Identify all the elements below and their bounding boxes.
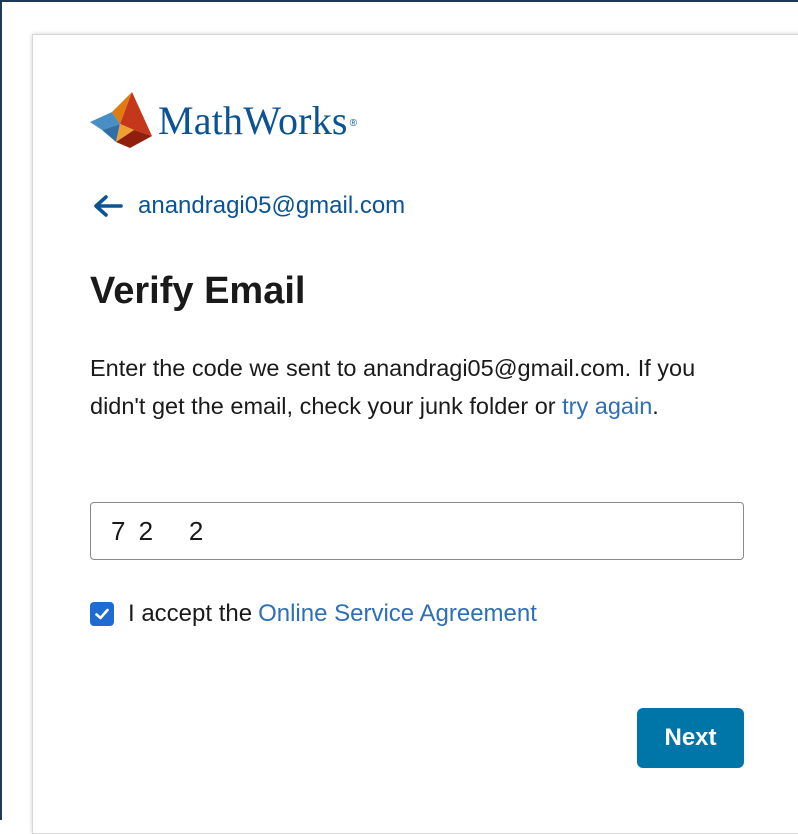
instructions-suffix: . [652,393,659,419]
accept-agreement-checkbox[interactable] [90,602,114,626]
mathworks-logo: MathWorks ® [90,90,357,152]
checkmark-icon [95,608,109,620]
verification-code-input[interactable] [90,502,744,560]
window-frame: MathWorks ® anandragi05@gmail.com Verify… [0,0,798,834]
registered-mark: ® [349,117,358,129]
back-to-email-link[interactable]: anandragi05@gmail.com [92,189,405,223]
online-service-agreement-link[interactable]: Online Service Agreement [258,600,537,628]
arrow-left-icon [94,195,123,217]
instructions-text: Enter the code we sent to anandragi05@gm… [90,349,730,425]
next-button[interactable]: Next [637,708,744,768]
agreement-label: I accept the [128,600,253,627]
agreement-row: I accept the Online Service Agreement [90,596,537,632]
brand-name: MathWorks [158,98,348,143]
account-email: anandragi05@gmail.com [138,192,406,219]
membrane-logo-icon [90,92,152,148]
try-again-link[interactable]: try again [562,393,652,419]
page-title: Verify Email [90,270,306,312]
